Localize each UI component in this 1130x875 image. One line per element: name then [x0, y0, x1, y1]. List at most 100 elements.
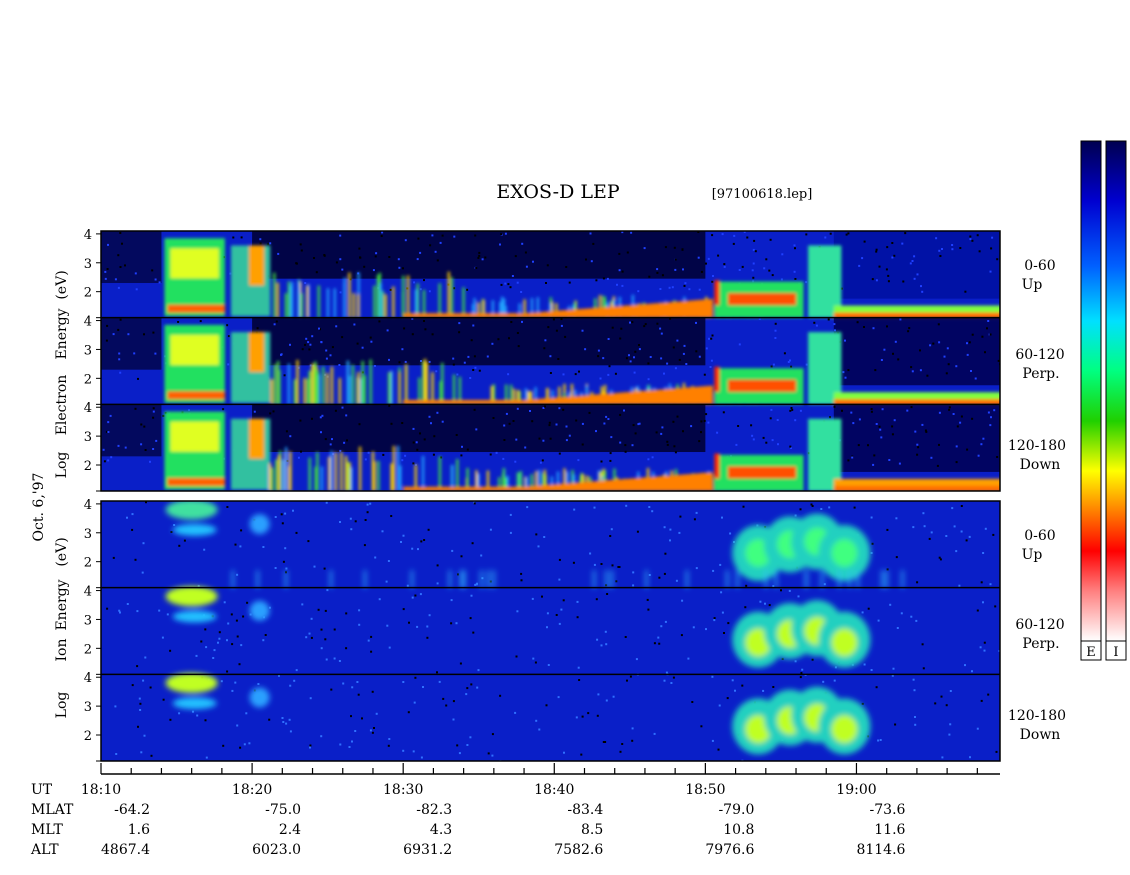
- colorbar-electron: [1080, 140, 1102, 642]
- ephemeris-value: 4867.4: [101, 842, 150, 858]
- ion-upflow-streak: [364, 570, 367, 589]
- e-up-dir: Up: [1022, 277, 1043, 293]
- ion-upflow-streak: [821, 570, 824, 589]
- electron-ylabel-log: Log: [54, 452, 70, 479]
- e-perp-range: 60-120: [1015, 347, 1064, 363]
- electron-spike: [390, 370, 393, 405]
- electron-spike: [281, 459, 285, 491]
- electron-burst-2-core: [249, 245, 265, 286]
- electron-spike: [357, 372, 360, 405]
- ephemeris-value: -79.0: [718, 802, 754, 818]
- ion-upflow-streak: [726, 570, 729, 589]
- ephemeris-value: -75.0: [265, 802, 301, 818]
- ephemeris-value: -64.2: [114, 802, 150, 818]
- electron-spike: [276, 360, 280, 405]
- spectrogram-figure: EXOS-D LEP [97100618.lep] 4 3 2 4 3 2 4 3 2 4 3 2 4 3…: [30, 140, 1127, 858]
- electron-spike: [293, 379, 297, 405]
- electron-spike: [392, 445, 395, 491]
- ion-upflow-streak: [765, 570, 768, 589]
- electron-burst-1-core: [170, 421, 219, 452]
- ion-upflow-streak: [838, 570, 841, 589]
- e-down-dir: Down: [1020, 457, 1061, 473]
- electron-spike: [397, 445, 400, 491]
- electron-burst-1-low: [167, 391, 225, 400]
- electron-burst-1-low: [167, 478, 225, 487]
- ion-cap-tail: [249, 514, 270, 535]
- electron-spike: [343, 277, 346, 318]
- electron-spike: [399, 465, 402, 491]
- electron-dark-region: [252, 404, 706, 453]
- electron-spike: [369, 359, 372, 405]
- ion-upflow-streak: [805, 570, 808, 589]
- ion-upflow-streak: [448, 570, 451, 589]
- y-tick-label: 2: [84, 459, 92, 474]
- electron-dark-region: [833, 404, 1000, 472]
- ephemeris-value: 8114.6: [856, 842, 905, 858]
- ion-ylabel-energy: Energy: [54, 579, 70, 630]
- ion-spectrogram: [101, 501, 1000, 761]
- colorbar-label-i: I: [1113, 645, 1118, 660]
- electron-spike: [334, 452, 337, 491]
- electron-burst-1-core: [170, 248, 219, 279]
- electron-spike: [392, 286, 395, 318]
- ion-cap-tail: [249, 687, 270, 708]
- electron-spike: [273, 272, 276, 318]
- electron-spike: [316, 452, 319, 491]
- electron-spike: [273, 364, 276, 405]
- electron-spike: [384, 294, 387, 318]
- i-down-dir: Down: [1020, 727, 1061, 743]
- ion-upflow-streak: [881, 570, 884, 589]
- electron-spike: [268, 463, 272, 491]
- y-tick-label: 3: [84, 613, 92, 628]
- x-tick-label: 19:00: [836, 782, 876, 798]
- electron-spike: [357, 294, 360, 318]
- electron-spike: [346, 360, 349, 405]
- electron-spike: [456, 458, 459, 491]
- ion-upflow-streak: [410, 570, 413, 589]
- electron-spike: [363, 375, 366, 405]
- electron-spike: [317, 285, 320, 318]
- electron-burst-3-edge: [714, 366, 720, 392]
- x-tick-label: 18:40: [534, 782, 574, 798]
- electron-spike: [407, 275, 410, 318]
- electron-ylabel-unit: (eV): [54, 270, 70, 299]
- y-tick-label: 3: [84, 343, 92, 358]
- ion-beam-core: [831, 628, 858, 657]
- ion-upflow-streak: [284, 570, 287, 589]
- electron-spike: [376, 274, 380, 318]
- ephemeris-value: 6023.0: [252, 842, 301, 858]
- i-down-range: 120-180: [1008, 708, 1066, 724]
- ion-upflow-streak: [856, 570, 859, 589]
- i-perp-dir: Perp.: [1022, 636, 1059, 652]
- ephemeris-value: 8.5: [581, 822, 603, 838]
- y-tick-label: 3: [84, 257, 92, 272]
- y-tick-label: 3: [84, 700, 92, 715]
- ion-cap-tail: [172, 697, 217, 710]
- x-tick-label: 18:30: [383, 782, 423, 798]
- electron-spike: [303, 378, 306, 405]
- electron-spike: [297, 288, 300, 318]
- i-up-dir: Up: [1022, 547, 1043, 563]
- electron-spike: [314, 361, 317, 405]
- ephem-label-mlat: MLAT: [31, 802, 74, 818]
- colorbar: E I: [1080, 140, 1127, 661]
- x-tick-label: 18:50: [685, 782, 725, 798]
- electron-spike: [275, 459, 278, 491]
- ephemeris-value: -73.6: [870, 802, 906, 818]
- ephemeris-value: 7582.6: [554, 842, 603, 858]
- y-tick-label: 2: [84, 372, 92, 387]
- ion-cap-tail: [249, 600, 270, 621]
- ion-beam-core: [831, 715, 858, 744]
- y-tick-label: 3: [84, 527, 92, 542]
- y-tick-label: 4: [84, 228, 92, 243]
- ion-cap-tail: [172, 523, 217, 536]
- y-tick-label: 2: [84, 642, 92, 657]
- electron-spike: [338, 377, 341, 405]
- electron-dark-region: [252, 317, 706, 366]
- ephemeris-value: 4.3: [430, 822, 452, 838]
- y-tick-label: 4: [84, 671, 92, 686]
- e-up-range: 0-60: [1024, 258, 1055, 274]
- ion-ylabel-log: Log: [54, 692, 70, 719]
- electron-spike: [361, 360, 364, 405]
- electron-spike: [390, 463, 393, 491]
